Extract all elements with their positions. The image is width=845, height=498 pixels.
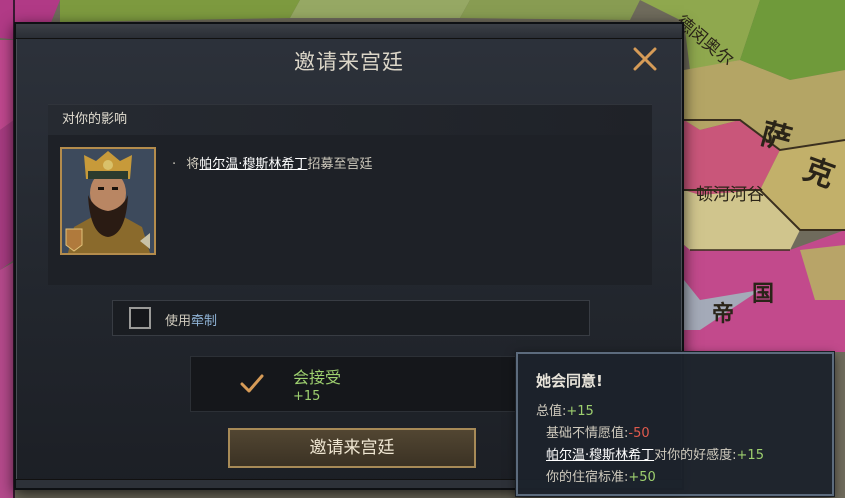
acceptance-score: +15	[293, 389, 321, 404]
tooltip-opinion-value: +15	[736, 448, 764, 463]
use-hook-label: 使用牵制	[165, 310, 217, 329]
effect-recruit-line: · 将帕尔温·穆斯林希丁招募至宫廷	[172, 153, 372, 172]
close-icon[interactable]	[630, 44, 660, 74]
character-portrait[interactable]	[60, 147, 156, 255]
use-hook-label-prefix: 使用	[165, 314, 192, 329]
tooltip-character-name-link[interactable]: 帕尔温·穆斯林希丁	[546, 448, 654, 463]
effects-section: 对你的影响 · 将帕尔温·穆斯林希丁招募至宫廷	[48, 104, 652, 285]
character-portrait-image	[62, 149, 154, 253]
dialog-top-frame	[16, 24, 682, 39]
use-hook-row[interactable]: 使用牵制	[112, 300, 590, 336]
tooltip-base-row: 基础不情愿值:-50	[546, 422, 650, 441]
character-name-link[interactable]: 帕尔温·穆斯林希丁	[199, 157, 307, 172]
use-hook-checkbox[interactable]	[129, 307, 151, 329]
dialog-title: 邀请来宫廷	[294, 50, 404, 74]
tooltip-base-label: 基础不情愿值:	[546, 426, 629, 441]
acceptance-indicator[interactable]: 会接受 +15	[190, 356, 520, 412]
tooltip-base-value: -50	[628, 426, 650, 441]
map-label-empire-guo: 国	[752, 282, 775, 307]
tooltip-opinion-row: 帕尔温·穆斯林希丁对你的好感度:+15	[546, 444, 764, 463]
tooltip-title: 她会同意!	[536, 372, 603, 390]
effect-suffix: 招募至宫廷	[307, 157, 373, 172]
tooltip-living-row: 你的住宿标准:+50	[546, 466, 656, 485]
hook-link[interactable]: 牵制	[191, 314, 217, 329]
invite-to-court-button[interactable]: 邀请来宫廷	[228, 428, 476, 468]
acceptance-text: 会接受	[293, 368, 342, 387]
tooltip-living-label: 你的住宿标准:	[546, 470, 629, 485]
map-label-don-valley: 顿河河谷	[696, 185, 764, 205]
tooltip-living-value: +50	[628, 470, 656, 485]
tooltip-total-value: +15	[566, 404, 594, 419]
bullet: ·	[172, 157, 177, 172]
acceptance-tooltip: 她会同意! 总值:+15 基础不情愿值:-50 帕尔温·穆斯林希丁对你的好感度:…	[516, 352, 834, 496]
section-header: 对你的影响	[48, 105, 652, 135]
map-label-empire-di: 帝	[712, 302, 735, 327]
effect-prefix: 将	[186, 157, 200, 172]
checkmark-icon	[240, 374, 264, 393]
tooltip-opinion-label: 对你的好感度:	[654, 448, 737, 463]
tooltip-total-label: 总值:	[536, 404, 567, 419]
tooltip-total-row: 总值:+15	[536, 400, 594, 419]
